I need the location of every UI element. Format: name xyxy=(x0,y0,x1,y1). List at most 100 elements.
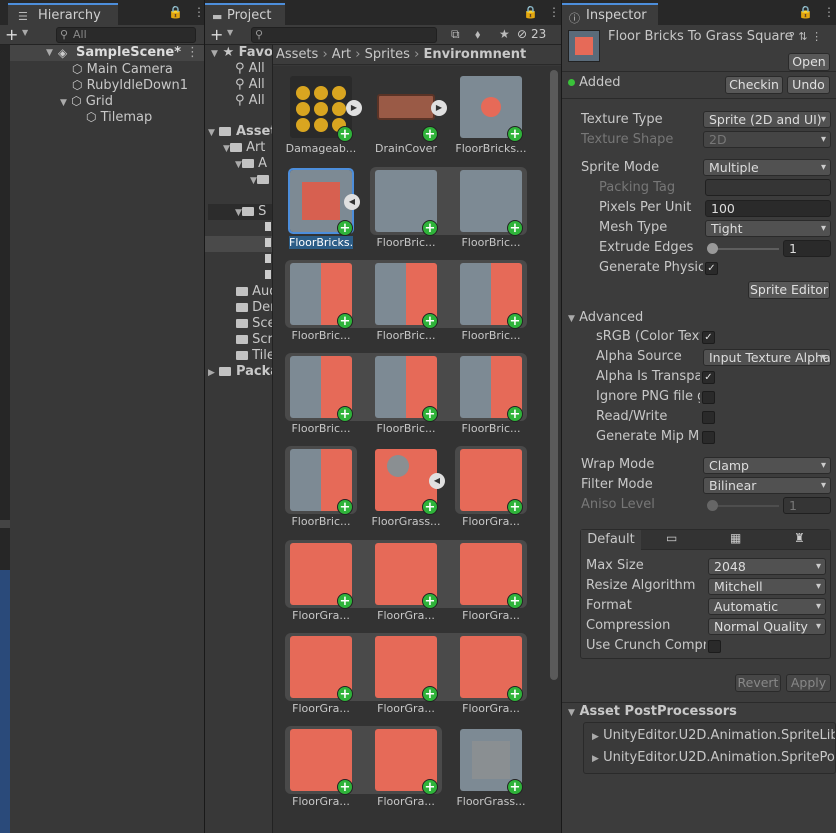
ignore-png-checkbox[interactable] xyxy=(702,391,715,404)
asset-label[interactable]: FloorGra... xyxy=(451,609,531,622)
tree-item-art[interactable]: ▼ Art xyxy=(223,140,265,156)
expand-arrow-icon[interactable]: ▼ xyxy=(60,98,67,108)
asset-label[interactable]: DrainCover xyxy=(366,142,446,155)
scene-row[interactable]: ▼ ◈ SampleScene* ⋮ xyxy=(10,45,204,61)
more-menu-icon[interactable]: ⋮ xyxy=(548,5,560,19)
webgl-icon[interactable]: ▦ xyxy=(730,531,741,545)
expand-arrow-icon[interactable]: ▼ xyxy=(235,208,242,218)
asset-label[interactable]: FloorGrass... xyxy=(366,515,446,528)
star-icon[interactable]: ★ xyxy=(499,27,510,41)
assets-root[interactable]: ▼ Asset xyxy=(208,124,277,140)
sprite-editor-button[interactable]: Sprite Editor xyxy=(748,281,830,299)
breadcrumb-art[interactable]: Art xyxy=(332,47,351,62)
mesh-type-dropdown[interactable]: Tight xyxy=(705,220,831,237)
tree-item-packages[interactable]: ▶ Packa xyxy=(208,364,279,380)
asset-label[interactable]: FloorGra... xyxy=(281,609,361,622)
android-icon[interactable]: ♜ xyxy=(794,531,805,545)
more-menu-icon[interactable]: ⋮ xyxy=(823,5,835,19)
asset-label[interactable]: FloorBricks... xyxy=(289,236,353,249)
expand-arrow-icon[interactable]: ▼ xyxy=(211,49,218,59)
sprite-mode-dropdown[interactable]: Multiple xyxy=(703,159,831,176)
inspector-tab[interactable]: ⓘ Inspector xyxy=(562,3,658,25)
asset-label[interactable]: FloorGra... xyxy=(366,702,446,715)
asset-label[interactable]: Damageab... xyxy=(281,142,361,155)
tree-item-sub[interactable]: ▼ xyxy=(250,172,269,188)
monitor-icon[interactable]: ▭ xyxy=(666,531,677,545)
favorites-item-all[interactable]: ⚲ All xyxy=(235,77,265,93)
asset-label[interactable]: FloorGra... xyxy=(451,702,531,715)
scene-menu-icon[interactable]: ⋮ xyxy=(186,45,199,61)
hierarchy-item-grid[interactable]: ▼ ⬡ Grid xyxy=(60,93,113,109)
project-tab[interactable]: ▬ Project xyxy=(205,3,285,25)
extrude-slider-thumb[interactable] xyxy=(707,243,718,254)
favorites-item-all[interactable]: ⚲ All xyxy=(235,93,265,109)
expand-arrow-icon[interactable]: ▼ xyxy=(223,144,230,154)
expand-sprites-icon[interactable]: ▶ xyxy=(346,100,362,116)
breadcrumb-environment[interactable]: Environmnent xyxy=(423,47,526,62)
max-size-dropdown[interactable]: 2048 xyxy=(708,558,826,575)
asset-label[interactable]: FloorBric... xyxy=(366,329,446,342)
filter-label-icon[interactable]: ⬧ xyxy=(475,27,480,42)
asset-label[interactable]: FloorGrass... xyxy=(451,795,531,808)
alpha-transparency-checkbox[interactable]: ✓ xyxy=(702,371,715,384)
help-icon[interactable]: ? xyxy=(789,30,795,43)
lock-icon[interactable]: 🔒 xyxy=(798,5,813,19)
crunch-checkbox[interactable] xyxy=(708,640,721,653)
more-menu-icon[interactable]: ⋮ xyxy=(193,5,204,19)
project-search-input[interactable]: ⚲ xyxy=(251,27,437,43)
expand-arrow-icon[interactable]: ▼ xyxy=(208,128,215,138)
asset-label[interactable]: FloorBric... xyxy=(451,236,531,249)
lock-icon[interactable]: 🔒 xyxy=(523,5,538,19)
collapse-sprites-icon[interactable]: ◀ xyxy=(429,473,445,489)
create-plus-icon[interactable]: + xyxy=(5,25,18,44)
asset-label[interactable]: FloorGra... xyxy=(366,795,446,808)
expand-sprites-icon[interactable]: ▶ xyxy=(431,100,447,116)
postprocessor-item[interactable]: ▶ UnityEditor.U2D.Animation.SpritePostPr… xyxy=(592,750,835,766)
preset-icon[interactable]: ⇅ xyxy=(798,30,807,43)
wrap-mode-dropdown[interactable]: Clamp xyxy=(703,457,831,474)
favorites-header[interactable]: ▼ ★ Favo xyxy=(211,45,273,61)
expand-arrow-icon[interactable]: ▼ xyxy=(46,45,53,61)
breadcrumb-assets[interactable]: Assets xyxy=(276,47,318,62)
tree-item-scenes[interactable]: Sce xyxy=(236,316,276,332)
create-plus-icon[interactable]: + xyxy=(210,25,223,44)
hidden-packages-icon[interactable]: ⊘ xyxy=(517,27,527,41)
texture-type-dropdown[interactable]: Sprite (2D and UI) xyxy=(703,111,831,128)
asset-label[interactable]: FloorGra... xyxy=(366,609,446,622)
filter-type-icon[interactable]: ⧉ xyxy=(451,27,460,42)
tree-item-s[interactable]: ▼ S xyxy=(208,204,272,220)
asset-label[interactable]: FloorGra... xyxy=(451,515,531,528)
srgb-checkbox[interactable]: ✓ xyxy=(702,331,715,344)
hierarchy-tab[interactable]: ☰ Hierarchy xyxy=(8,3,118,25)
extrude-slider-track[interactable] xyxy=(709,248,779,250)
tree-selection[interactable] xyxy=(205,236,272,252)
scrollbar-thumb[interactable] xyxy=(550,70,558,680)
open-button[interactable]: Open xyxy=(788,53,830,71)
platform-tab-default[interactable]: Default xyxy=(581,530,641,550)
mipmap-checkbox[interactable] xyxy=(702,431,715,444)
tree-item-scripts[interactable]: Scr xyxy=(236,332,273,348)
tree-item-demo[interactable]: Der xyxy=(236,300,276,316)
hierarchy-item-ruby[interactable]: ⬡ RubyIdleDown1 xyxy=(72,77,188,93)
breadcrumb-sprites[interactable]: Sprites xyxy=(365,47,410,62)
asset-label[interactable]: FloorBric... xyxy=(366,236,446,249)
extrude-field[interactable]: 1 xyxy=(783,240,831,257)
asset-label[interactable]: FloorBric... xyxy=(281,329,361,342)
tree-item-tiles[interactable]: Tile xyxy=(236,348,275,364)
hierarchy-item-main-camera[interactable]: ⬡ Main Camera xyxy=(72,61,173,77)
expand-arrow-icon[interactable]: ▼ xyxy=(250,176,257,186)
postprocessors-foldout[interactable]: ▼ Asset PostProcessors xyxy=(568,704,737,719)
asset-label[interactable]: FloorBric... xyxy=(451,422,531,435)
chevron-down-icon[interactable]: ▼ xyxy=(22,28,28,37)
hierarchy-item-tilemap[interactable]: ⬡ Tilemap xyxy=(86,109,152,125)
asset-label[interactable]: FloorBric... xyxy=(281,515,361,528)
undo-button[interactable]: Undo xyxy=(787,76,830,94)
asset-label[interactable]: FloorBricks... xyxy=(451,142,531,155)
asset-label[interactable]: FloorBric... xyxy=(451,329,531,342)
asset-label[interactable]: FloorBric... xyxy=(281,422,361,435)
ppu-field[interactable]: 100 xyxy=(705,200,831,217)
filter-mode-dropdown[interactable]: Bilinear xyxy=(703,477,831,494)
revert-button[interactable]: Revert xyxy=(735,674,781,692)
compression-dropdown[interactable]: Normal Quality xyxy=(708,618,826,635)
resize-dropdown[interactable]: Mitchell xyxy=(708,578,826,595)
